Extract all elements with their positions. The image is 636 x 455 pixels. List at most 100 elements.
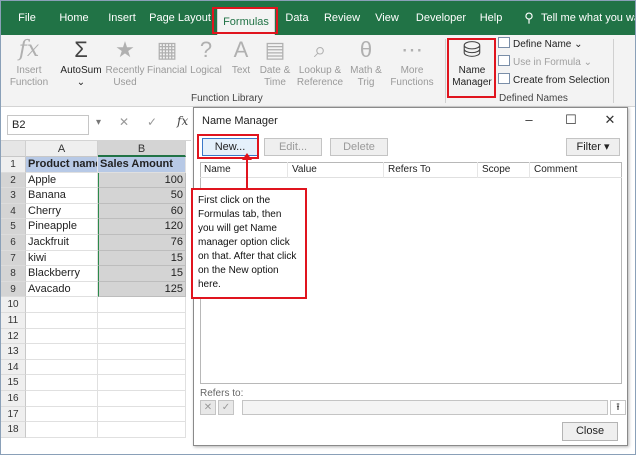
- empty-cell[interactable]: [26, 375, 98, 391]
- empty-cell[interactable]: [98, 391, 186, 407]
- row-header[interactable]: 11: [1, 313, 26, 329]
- amount-cell[interactable]: 125: [98, 281, 186, 298]
- amount-cell[interactable]: 15: [98, 250, 186, 267]
- tab-developer[interactable]: Developer: [413, 1, 469, 35]
- empty-cell[interactable]: [26, 422, 98, 438]
- create-from-selection-button[interactable]: Create from Selection: [498, 73, 610, 89]
- name-box[interactable]: B2: [7, 115, 89, 135]
- row-header[interactable]: 9: [1, 281, 26, 298]
- use-in-formula-button[interactable]: Use in Formula ⌄: [498, 55, 592, 71]
- more-functions-button[interactable]: ⋯ More Functions: [387, 37, 437, 89]
- empty-cell[interactable]: [98, 359, 186, 376]
- maximize-button[interactable]: ☐: [558, 110, 584, 130]
- tell-me-search[interactable]: Tell me what you wa: [541, 1, 635, 35]
- amount-cell[interactable]: 60: [98, 203, 186, 220]
- empty-cell[interactable]: [26, 328, 98, 345]
- column-scope[interactable]: Scope: [478, 162, 530, 178]
- product-cell[interactable]: Banana: [26, 188, 98, 204]
- minimize-button[interactable]: –: [516, 110, 542, 130]
- fx-icon[interactable]: fx: [177, 114, 188, 128]
- collapse-dialog-icon[interactable]: ⭱: [610, 400, 626, 415]
- row-header[interactable]: 1: [1, 157, 26, 173]
- product-cell[interactable]: Pineapple: [26, 219, 98, 235]
- row-header[interactable]: 8: [1, 266, 26, 282]
- product-cell[interactable]: Cherry: [26, 203, 98, 220]
- row-header[interactable]: 6: [1, 235, 26, 251]
- tab-home[interactable]: Home: [53, 1, 95, 35]
- amount-cell[interactable]: 50: [98, 188, 186, 204]
- empty-cell[interactable]: [98, 328, 186, 345]
- product-cell[interactable]: Blackberry: [26, 266, 98, 282]
- tab-file[interactable]: File: [11, 1, 43, 35]
- empty-cell[interactable]: [98, 297, 186, 313]
- amount-cell[interactable]: 15: [98, 266, 186, 282]
- product-cell[interactable]: Jackfruit: [26, 235, 98, 251]
- header-cell-product-name[interactable]: Product name: [26, 157, 98, 173]
- row-header[interactable]: 15: [1, 375, 26, 391]
- delete-button[interactable]: Delete: [330, 138, 388, 156]
- date-time-button[interactable]: ▤ Date & Time: [257, 37, 293, 89]
- math-trig-button[interactable]: θ Math & Trig: [347, 37, 385, 89]
- empty-cell[interactable]: [26, 406, 98, 423]
- column-refers-to[interactable]: Refers To: [384, 162, 478, 178]
- enter-icon[interactable]: ✓: [147, 115, 157, 129]
- row-header[interactable]: 14: [1, 359, 26, 376]
- empty-cell[interactable]: [26, 344, 98, 360]
- row-header[interactable]: 7: [1, 250, 26, 267]
- row-header[interactable]: 12: [1, 328, 26, 345]
- product-cell[interactable]: kiwi: [26, 250, 98, 267]
- column-comment[interactable]: Comment: [530, 162, 622, 178]
- column-header-a[interactable]: A: [26, 141, 98, 157]
- empty-cell[interactable]: [26, 313, 98, 329]
- close-window-button[interactable]: ✕: [597, 110, 623, 130]
- row-header[interactable]: 13: [1, 344, 26, 360]
- empty-cell[interactable]: [26, 391, 98, 407]
- empty-cell[interactable]: [26, 297, 98, 313]
- namebox-dropdown-icon[interactable]: ▾: [96, 117, 101, 128]
- tab-help[interactable]: Help: [475, 1, 507, 35]
- amount-cell[interactable]: 100: [98, 172, 186, 189]
- tab-data[interactable]: Data: [281, 1, 313, 35]
- empty-cell[interactable]: [98, 375, 186, 391]
- row-header[interactable]: 18: [1, 422, 26, 438]
- empty-cell[interactable]: [98, 344, 186, 360]
- refers-to-input[interactable]: [242, 400, 608, 415]
- amount-cell[interactable]: 76: [98, 235, 186, 251]
- row-header[interactable]: 3: [1, 188, 26, 204]
- lookup-reference-button[interactable]: ⌕ Lookup & Reference: [295, 37, 345, 89]
- row-header[interactable]: 5: [1, 219, 26, 235]
- logical-button[interactable]: ? Logical: [189, 37, 223, 77]
- row-header[interactable]: 16: [1, 391, 26, 407]
- confirm-edit-icon[interactable]: ✓: [218, 400, 234, 415]
- edit-button[interactable]: Edit...: [264, 138, 322, 156]
- column-name[interactable]: Name: [200, 162, 288, 178]
- row-header[interactable]: 2: [1, 172, 26, 189]
- header-cell-sales-amount[interactable]: Sales Amount: [98, 157, 186, 173]
- filter-button[interactable]: Filter ▾: [566, 138, 620, 156]
- tab-review[interactable]: Review: [321, 1, 363, 35]
- cancel-edit-icon[interactable]: ✕: [200, 400, 216, 415]
- text-button[interactable]: A Text: [227, 37, 255, 77]
- autosum-button[interactable]: Σ AutoSum ⌄: [59, 37, 103, 89]
- tab-insert[interactable]: Insert: [101, 1, 143, 35]
- empty-cell[interactable]: [26, 359, 98, 376]
- select-all-corner[interactable]: [1, 141, 26, 157]
- close-button[interactable]: Close: [562, 422, 618, 441]
- product-cell[interactable]: Apple: [26, 172, 98, 189]
- empty-cell[interactable]: [98, 422, 186, 438]
- empty-cell[interactable]: [98, 313, 186, 329]
- column-value[interactable]: Value: [288, 162, 384, 178]
- row-header[interactable]: 4: [1, 203, 26, 220]
- row-header[interactable]: 17: [1, 406, 26, 423]
- financial-button[interactable]: ▦ Financial: [147, 37, 187, 77]
- tab-page-layout[interactable]: Page Layout: [149, 1, 211, 35]
- amount-cell[interactable]: 120: [98, 219, 186, 235]
- product-cell[interactable]: Avacado: [26, 281, 98, 298]
- empty-cell[interactable]: [98, 406, 186, 423]
- recently-used-button[interactable]: ★ Recently Used: [105, 37, 145, 89]
- column-header-b[interactable]: B: [98, 141, 186, 157]
- tab-view[interactable]: View: [369, 1, 405, 35]
- row-header[interactable]: 10: [1, 297, 26, 313]
- insert-function-button[interactable]: fx Insert Function: [9, 37, 49, 89]
- cancel-icon[interactable]: ✕: [119, 115, 129, 129]
